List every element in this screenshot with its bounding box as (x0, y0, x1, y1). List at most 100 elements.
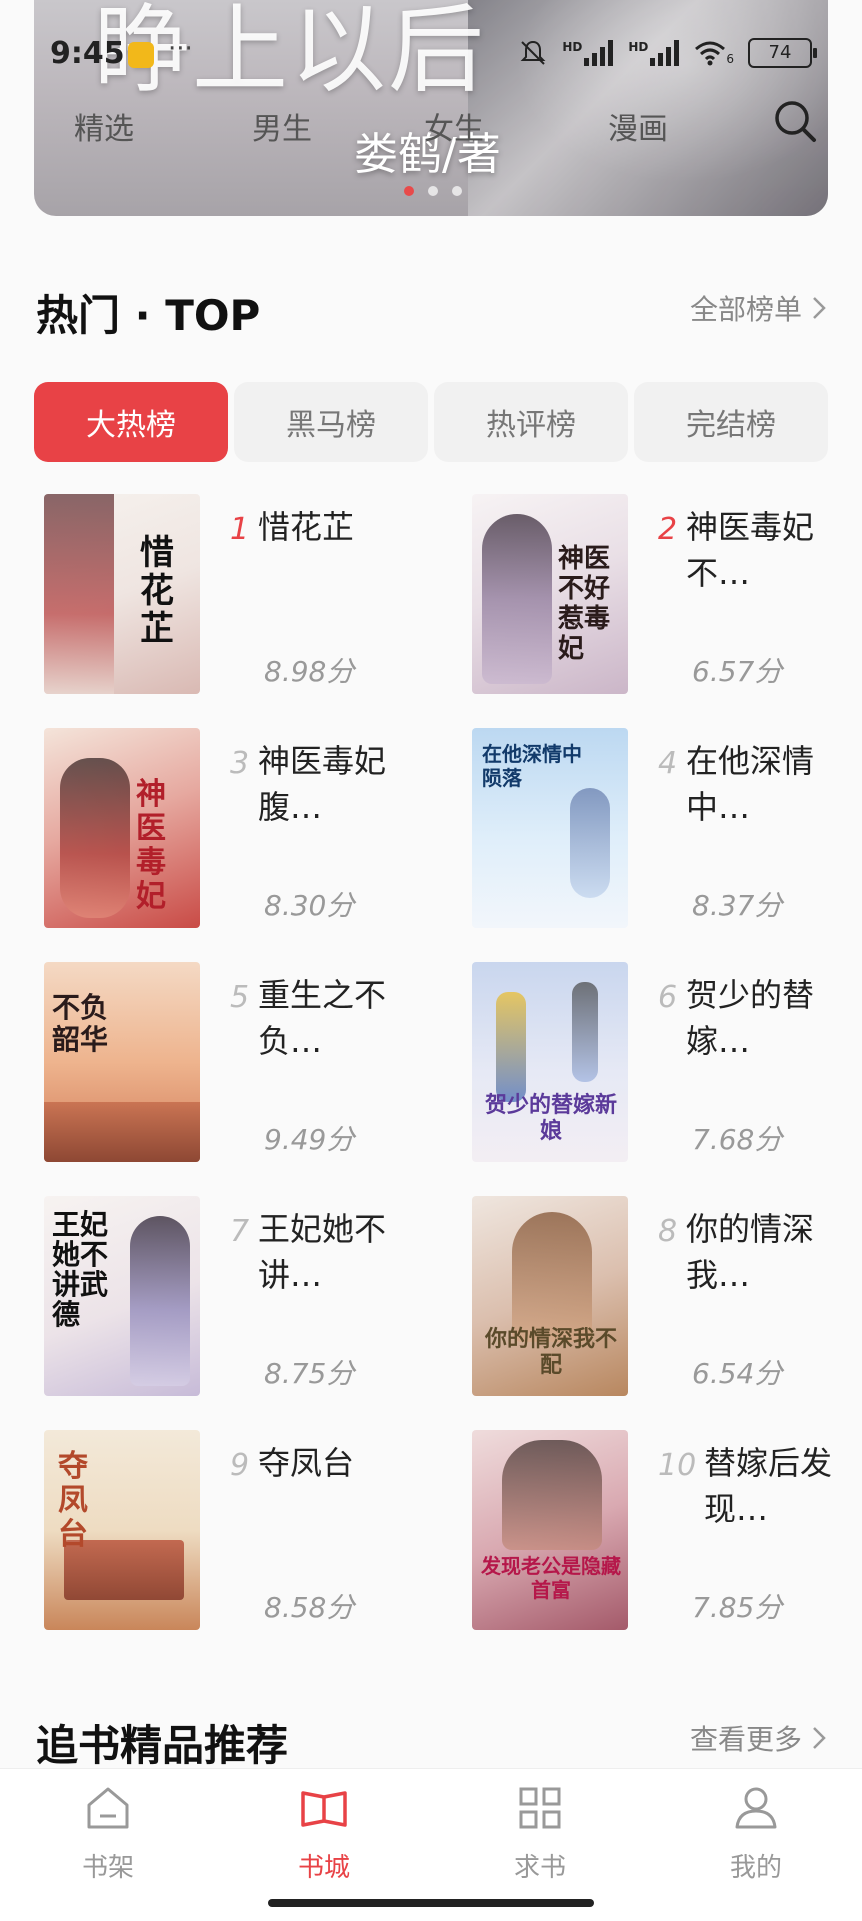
wifi-group: 6 (694, 40, 734, 66)
ranking-tabs: 大热榜 黑马榜 热评榜 完结榜 (34, 382, 828, 462)
battery-indicator: 74 (748, 38, 817, 68)
tab-label: 我的 (729, 1853, 782, 1883)
status-bar: 9:45 ··· HD HD 6 74 (0, 28, 862, 76)
book-title: 贺少的替嫁… (686, 976, 815, 1060)
book-cover-title: 贺少的替嫁新娘 (484, 1092, 617, 1144)
book-rank: 8 (658, 1214, 678, 1249)
book-cover: 不负韶华 (44, 962, 200, 1162)
book-item[interactable]: 神医不好惹毒妃 2 神医毒妃不… 6.57分 (472, 494, 862, 694)
tab-comics[interactable]: 漫画 (608, 104, 668, 148)
book-rank: 1 (230, 512, 250, 547)
tab-completed-ranking[interactable]: 完结榜 (634, 382, 828, 462)
top-category-nav: 精选 男生 女生 漫画 (0, 96, 862, 156)
signal-bars-icon (650, 40, 680, 66)
bottom-tab-bar: 书架 书城 求书 我的 (0, 1768, 862, 1921)
tab-darkhorse-ranking[interactable]: 黑马榜 (234, 382, 428, 462)
book-score: 8.75分 (264, 1357, 355, 1390)
book-score: 8.98分 (264, 655, 355, 688)
book-score: 6.57分 (692, 655, 783, 688)
tab-label: 书架 (81, 1853, 134, 1883)
book-title: 神医毒妃不… (686, 508, 815, 592)
tab-reviews-ranking[interactable]: 热评榜 (434, 382, 628, 462)
book-item[interactable]: 夺凤台 9 夺凤台 8.58分 (44, 1430, 444, 1630)
network-label-1: HD (562, 40, 583, 54)
tab-label: 书城 (297, 1853, 350, 1883)
hot-section-header: 热门 · TOP 全部榜单 (36, 282, 826, 342)
book-rank: 4 (658, 746, 678, 781)
book-score: 8.30分 (264, 889, 355, 922)
all-rankings-label: 全部榜单 (689, 293, 802, 326)
book-item[interactable]: 贺少的替嫁新娘 6 贺少的替嫁… 7.68分 (472, 962, 862, 1162)
recommend-section-title: 追书精品推荐 (36, 1721, 289, 1770)
bookshelf-icon (87, 1787, 129, 1829)
book-cover: 王妃她不讲武德 (44, 1196, 200, 1396)
book-rank: 3 (230, 746, 250, 781)
profile-icon (735, 1787, 777, 1829)
home-indicator (268, 1899, 594, 1907)
book-item[interactable]: 在他深情中陨落 4 在他深情中… 8.37分 (472, 728, 862, 928)
book-item[interactable]: 神医毒妃 3 神医毒妃腹… 8.30分 (44, 728, 444, 928)
tab-bookstore[interactable]: 书城 (264, 1783, 384, 1884)
book-title: 在他深情中… (686, 742, 815, 826)
book-cover-title: 夺凤台 (58, 1449, 88, 1552)
wifi-icon (695, 41, 726, 66)
book-score: 7.85分 (692, 1591, 783, 1624)
status-time: 9:45 (50, 36, 125, 71)
signal-bars-icon (584, 40, 614, 66)
search-icon[interactable] (772, 98, 818, 144)
status-more: ··· (168, 34, 193, 64)
signal-2-group: HD (628, 40, 680, 66)
tab-profile[interactable]: 我的 (696, 1783, 816, 1884)
chevron-right-icon (813, 1727, 826, 1749)
book-item[interactable]: 不负韶华 5 重生之不负… 9.49分 (44, 962, 444, 1162)
banner-dot (452, 186, 462, 196)
tab-request-book[interactable]: 求书 (480, 1783, 600, 1884)
tab-hot-ranking[interactable]: 大热榜 (34, 382, 228, 462)
mute-bell-icon (520, 40, 546, 65)
network-label-2: HD (628, 40, 649, 54)
chevron-right-icon (813, 297, 826, 319)
book-cover-title: 王妃她不讲武德 (52, 1208, 109, 1331)
book-rank: 6 (658, 980, 678, 1015)
book-cover-title: 你的情深我不配 (484, 1326, 617, 1378)
book-title: 王妃她不讲… (258, 1210, 387, 1294)
wifi-badge: 6 (726, 52, 734, 66)
book-item[interactable]: 王妃她不讲武德 7 王妃她不讲… 8.75分 (44, 1196, 444, 1396)
book-cover: 神医不好惹毒妃 (472, 494, 628, 694)
banner-pager-dots (404, 186, 462, 196)
book-cover: 神医毒妃 (44, 728, 200, 928)
status-right: HD HD 6 74 (518, 38, 817, 68)
book-cover: 贺少的替嫁新娘 (472, 962, 628, 1162)
book-cover: 夺凤台 (44, 1430, 200, 1630)
book-score: 8.37分 (692, 889, 783, 922)
tab-bookshelf[interactable]: 书架 (48, 1783, 168, 1884)
book-title: 重生之不负… (258, 976, 387, 1060)
book-cover-title: 神医不好惹毒妃 (558, 544, 611, 664)
book-score: 8.58分 (264, 1591, 355, 1624)
book-score: 9.49分 (264, 1123, 355, 1156)
book-item[interactable]: 发现老公是隐藏首富 10 替嫁后发现… 7.85分 (472, 1430, 862, 1630)
book-rank: 2 (658, 512, 678, 547)
open-book-icon (301, 1791, 347, 1827)
book-cover-title: 神医毒妃 (136, 777, 166, 914)
book-cover-title: 在他深情中陨落 (482, 742, 582, 790)
tab-featured[interactable]: 精选 (74, 104, 134, 148)
book-title: 夺凤台 (258, 1444, 355, 1482)
tab-female[interactable]: 女生 (424, 104, 484, 148)
tab-male[interactable]: 男生 (252, 104, 312, 148)
book-item[interactable]: 惜花芷 1 惜花芷 8.98分 (44, 494, 444, 694)
all-rankings-link[interactable]: 全部榜单 (690, 288, 826, 328)
notification-app-icon (128, 42, 154, 68)
book-cover: 你的情深我不配 (472, 1196, 628, 1396)
book-score: 7.68分 (692, 1123, 783, 1156)
book-cover: 在他深情中陨落 (472, 728, 628, 928)
signal-1-group: HD (562, 40, 614, 66)
book-cover: 发现老公是隐藏首富 (472, 1430, 628, 1630)
book-rank: 10 (658, 1448, 697, 1483)
book-title: 替嫁后发现… (704, 1444, 833, 1528)
grid-icon (519, 1787, 561, 1829)
see-more-link[interactable]: 查看更多 (690, 1718, 826, 1758)
book-score: 6.54分 (692, 1357, 783, 1390)
see-more-label: 查看更多 (689, 1723, 802, 1756)
book-item[interactable]: 你的情深我不配 8 你的情深我… 6.54分 (472, 1196, 862, 1396)
